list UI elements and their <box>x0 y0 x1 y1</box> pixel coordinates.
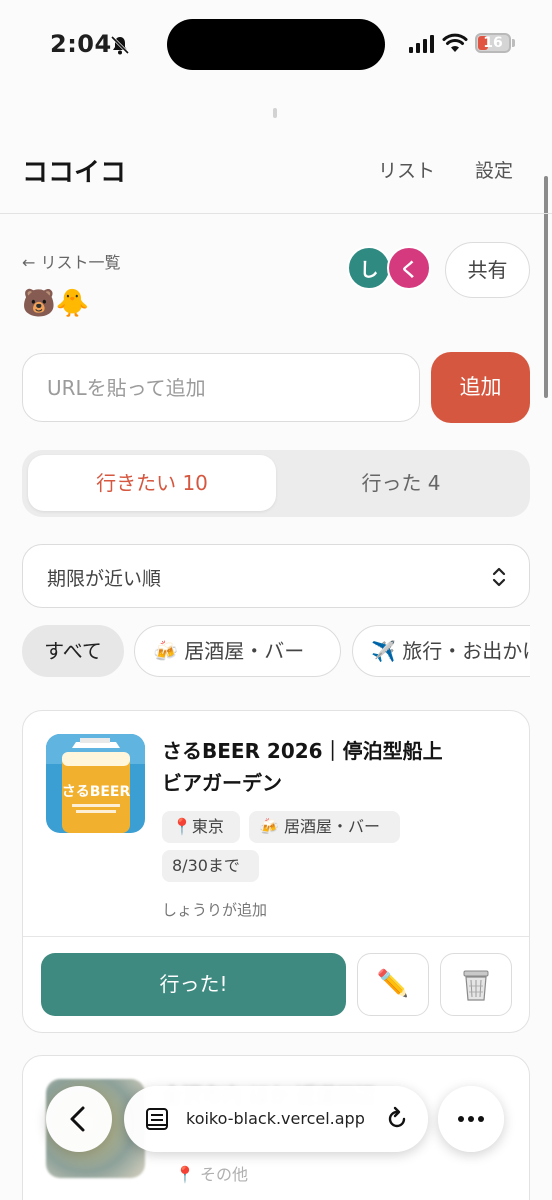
thumbnail-logo-text: さるBEER <box>62 784 131 800</box>
wifi-icon <box>442 33 468 52</box>
filter-chip-travel[interactable]: ✈️ 旅行・お出かけ <box>352 625 530 677</box>
status-time: 2:04 <box>50 30 112 58</box>
edit-button[interactable]: ✏️ <box>357 953 429 1016</box>
added-by-text: しょうりが追加 <box>162 901 268 919</box>
status-tabs: 行きたい 10 行った 4 <box>22 450 530 517</box>
member-avatar: く <box>387 246 431 290</box>
chevron-up-down-icon <box>492 567 506 587</box>
browser-address-bar[interactable]: koiko-black.vercel.app <box>124 1086 428 1152</box>
card-divider <box>23 936 529 937</box>
location-tag: 📍 その他 <box>175 1165 249 1184</box>
deadline-tag: 8/30まで <box>162 850 259 882</box>
chevron-left-icon <box>70 1106 85 1132</box>
pencil-icon: ✏️ <box>376 969 410 999</box>
delete-button[interactable] <box>440 953 512 1016</box>
tab-went[interactable]: 行った 4 <box>278 455 524 511</box>
mark-went-button[interactable]: 行った! <box>41 953 346 1016</box>
battery-nub <box>512 39 515 47</box>
add-button[interactable]: 追加 <box>431 352 530 423</box>
place-card[interactable]: さるBEER さるBEER 2026｜停泊型船上ビアガーデン 📍東京 🍻 居酒屋… <box>22 710 530 1033</box>
page-indicator <box>273 108 277 118</box>
dynamic-island <box>167 19 385 70</box>
url-input[interactable] <box>22 353 420 422</box>
battery-level: 16 <box>483 35 503 51</box>
nav-list-link[interactable]: リスト <box>378 156 435 183</box>
card-thumbnail[interactable]: さるBEER <box>46 734 145 833</box>
more-dots-icon <box>458 1116 484 1122</box>
app-header: ココイコ リスト 設定 <box>0 130 552 214</box>
sort-select[interactable]: 期限が近い順 <box>22 544 530 608</box>
card-title[interactable]: さるBEER 2026｜停泊型船上ビアガーデン <box>162 735 462 799</box>
tab-want[interactable]: 行きたい 10 <box>28 455 276 511</box>
reload-icon[interactable] <box>384 1106 410 1132</box>
filter-chip-izakaya[interactable]: 🍻 居酒屋・バー <box>134 625 341 677</box>
category-filter-chips: すべて 🍻 居酒屋・バー ✈️ 旅行・お出かけ <box>0 625 530 677</box>
status-bar: 2:04 16 <box>0 0 552 90</box>
list-emoji-title: 🐻🐥 <box>22 288 90 319</box>
member-avatar: し <box>347 246 391 290</box>
bell-off-icon <box>110 35 130 55</box>
back-to-lists-link[interactable]: ← リスト一覧 <box>22 249 121 273</box>
sort-selected-value: 期限が近い順 <box>47 568 162 590</box>
filter-chip-all[interactable]: すべて <box>22 625 124 677</box>
category-tag: 🍻 居酒屋・バー <box>249 811 400 843</box>
app-brand[interactable]: ココイコ <box>22 152 126 189</box>
browser-url-text: koiko-black.vercel.app <box>186 1109 365 1128</box>
browser-more-button[interactable] <box>438 1086 504 1152</box>
location-tag: 📍東京 <box>162 811 240 843</box>
battery-indicator: 16 <box>475 33 511 53</box>
browser-back-button[interactable] <box>46 1086 112 1152</box>
trash-icon <box>463 970 489 1001</box>
share-button[interactable]: 共有 <box>445 242 530 298</box>
nav-settings-link[interactable]: 設定 <box>475 156 513 183</box>
reader-view-icon <box>146 1108 168 1130</box>
cellular-signal-icon <box>409 35 434 53</box>
